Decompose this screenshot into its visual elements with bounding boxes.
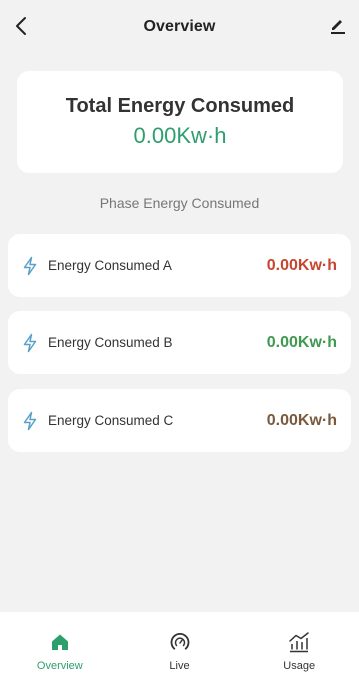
pencil-icon <box>331 20 345 34</box>
phase-b-label: Energy Consumed B <box>48 335 173 350</box>
total-energy-title: Total Energy Consumed <box>65 95 295 117</box>
phase-a-value: 0.00Kw·h <box>266 256 337 274</box>
back-button[interactable] <box>8 12 34 40</box>
bottom-safe-area <box>0 688 359 700</box>
tab-overview-label: Overview <box>36 660 83 672</box>
total-energy-card: Total Energy Consumed 0.00Kw·h <box>17 71 343 173</box>
home-icon <box>48 630 72 654</box>
page-title: Overview <box>143 18 216 35</box>
lightning-icon <box>21 333 39 353</box>
tab-live-label: Live <box>169 660 190 672</box>
chart-icon <box>287 630 311 654</box>
lightning-icon <box>21 256 39 276</box>
phase-a-label: Energy Consumed A <box>48 258 172 273</box>
tab-overview[interactable]: Overview <box>0 612 120 688</box>
chevron-left-icon <box>16 17 26 35</box>
tab-live[interactable]: Live <box>120 612 240 688</box>
gauge-icon <box>168 630 192 654</box>
phase-c-value: 0.00Kw·h <box>266 411 337 429</box>
phase-c-label: Energy Consumed C <box>48 413 174 428</box>
lightning-icon <box>21 411 39 431</box>
phase-a-card[interactable]: Energy Consumed A 0.00Kw·h <box>8 234 351 297</box>
header-bar: Overview <box>0 0 359 54</box>
edit-button[interactable] <box>325 12 351 40</box>
phase-b-card[interactable]: Energy Consumed B 0.00Kw·h <box>8 311 351 374</box>
bottom-tab-bar: Overview Live Usage <box>0 612 359 688</box>
phase-c-card[interactable]: Energy Consumed C 0.00Kw·h <box>8 389 351 452</box>
phase-section-label: Phase Energy Consumed <box>99 195 260 211</box>
tab-usage[interactable]: Usage <box>239 612 359 688</box>
phase-b-value: 0.00Kw·h <box>266 333 337 351</box>
tab-usage-label: Usage <box>283 660 316 672</box>
total-energy-value: 0.00Kw·h <box>133 123 227 148</box>
